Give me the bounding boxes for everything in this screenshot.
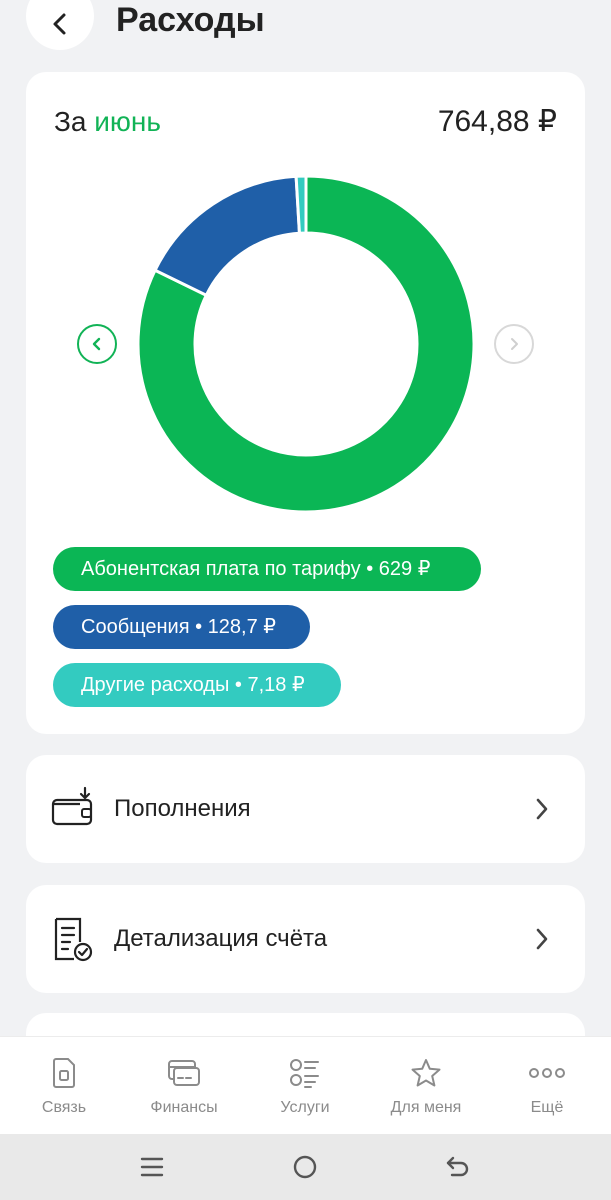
topups-row[interactable]: Пополнения (26, 755, 585, 863)
account-details-label: Детализация счёта (114, 925, 328, 952)
total-amount: 764,88 ₽ (437, 105, 557, 138)
tab-more[interactable]: Ещё (492, 1037, 602, 1135)
wallet-icon (51, 786, 93, 826)
chevron-right-icon (536, 928, 548, 950)
star-icon (411, 1059, 441, 1087)
app-screen: Расходы За июнь 764,88 ₽ Абонентская пла… (0, 0, 611, 1200)
sim-card-icon (53, 1058, 75, 1088)
tab-label: Ещё (530, 1099, 564, 1116)
slice-messages[interactable] (153, 174, 302, 298)
period-label[interactable]: За июнь (54, 106, 161, 138)
chevron-right-icon (536, 798, 548, 820)
arrow-left-icon (53, 13, 66, 35)
tab-services[interactable]: Услуги (250, 1037, 360, 1135)
recent-apps-button[interactable] (132, 1147, 172, 1187)
document-check-icon (54, 917, 93, 962)
system-back-button[interactable] (438, 1147, 478, 1187)
period-prefix: За (54, 106, 87, 137)
tab-label: Услуги (280, 1099, 330, 1116)
tab-label: Связь (41, 1099, 87, 1116)
next-month-button[interactable] (494, 324, 534, 364)
legend-item-messages[interactable]: Сообщения • 128,7 ₽ (53, 605, 310, 649)
more-dots-icon (529, 1068, 565, 1078)
cards-icon (168, 1060, 200, 1086)
tab-for-me[interactable]: Для меня (371, 1037, 481, 1135)
expenses-summary-card: За июнь 764,88 ₽ Абонентская плата по та… (26, 72, 585, 734)
back-button[interactable] (26, 0, 94, 50)
legend-item-subscription[interactable]: Абонентская плата по тарифу • 629 ₽ (53, 547, 481, 591)
tab-connection[interactable]: Связь (9, 1037, 119, 1135)
back-arrow-icon (446, 1156, 469, 1177)
services-list-icon (290, 1059, 319, 1088)
bottom-tab-bar: Связь Финансы Услуги Для меня Ещё (0, 1036, 611, 1134)
page-title: Расходы (116, 1, 265, 39)
menu-lines-icon (140, 1157, 164, 1177)
topups-label: Пополнения (114, 795, 251, 822)
system-navigation-bar (0, 1134, 611, 1200)
home-button[interactable] (285, 1147, 325, 1187)
chevron-right-icon (511, 338, 518, 350)
previous-month-button[interactable] (77, 324, 117, 364)
tab-finance[interactable]: Финансы (129, 1037, 239, 1135)
tab-label: Для меня (390, 1099, 462, 1116)
home-circle-icon (293, 1155, 317, 1179)
header: Расходы (0, 0, 611, 60)
tab-label: Финансы (150, 1099, 218, 1116)
chevron-left-icon (92, 337, 101, 351)
account-details-row[interactable]: Детализация счёта (26, 885, 585, 993)
slice-other[interactable] (294, 174, 308, 235)
expenses-donut-chart (136, 174, 476, 514)
legend-item-other[interactable]: Другие расходы • 7,18 ₽ (53, 663, 341, 707)
period-month: июнь (94, 106, 161, 137)
